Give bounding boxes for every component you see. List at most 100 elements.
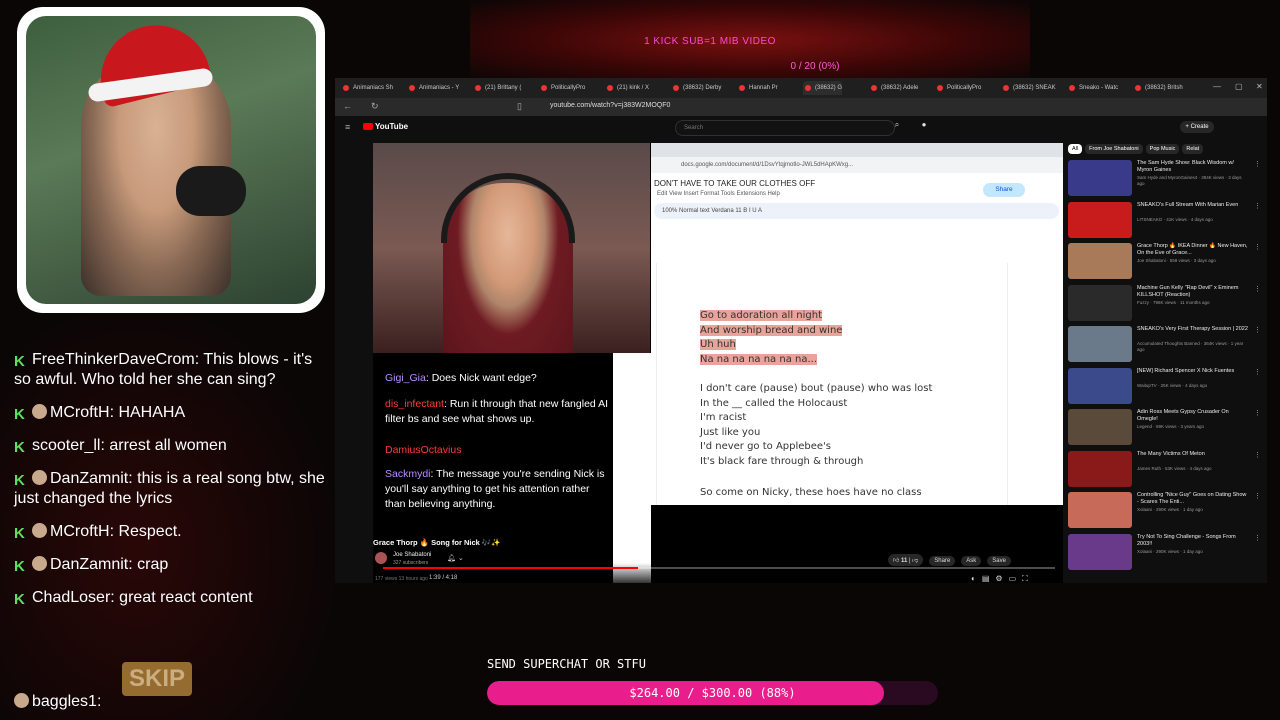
superchat-goal-text: $264.00 / $300.00 (88%)	[629, 686, 796, 700]
browser-tab[interactable]: (21) Brittany (	[473, 81, 521, 95]
recommended-video[interactable]: [NEW] Richard Spencer X Nick Fuentes Wait…	[1068, 367, 1263, 408]
autoplay-toggle-icon[interactable]: ◐	[971, 574, 982, 583]
recommended-title[interactable]: The Many Victims Of Meton	[1137, 451, 1249, 458]
skip-badge: SKIP	[122, 662, 192, 696]
lyric-line: Just like you	[700, 426, 761, 438]
minimize-icon[interactable]: —	[1213, 82, 1221, 91]
recommended-video[interactable]: Grace Thorp 🔥 IKEA Dinner 🔥 New Haven, O…	[1068, 243, 1263, 283]
more-options-icon[interactable]: ⋮	[1254, 202, 1261, 210]
subtitles-icon[interactable]: ▤	[982, 574, 996, 583]
recommended-video[interactable]: SNEAKO's Very First Therapy Session | 20…	[1068, 326, 1263, 366]
video-thumbnail[interactable]	[1068, 367, 1132, 404]
mic-icon[interactable]: ●	[915, 120, 933, 134]
bookmark-icon[interactable]: ▯	[517, 101, 522, 112]
chat-last-user: baggles1:	[14, 693, 101, 711]
superchat-label: SEND SUPERCHAT OR STFU	[487, 657, 646, 671]
video-thumbnail[interactable]	[1068, 326, 1132, 362]
recommended-video[interactable]: SNEAKO's Full Stream With Marian Even LIT…	[1068, 201, 1263, 242]
browser-tab[interactable]: Animaniacs Sh	[341, 81, 393, 95]
close-icon[interactable]: ✕	[1256, 82, 1263, 91]
back-icon[interactable]: ←	[343, 101, 352, 111]
more-options-icon[interactable]: ⋮	[1254, 326, 1261, 334]
channel-avatar[interactable]	[375, 552, 387, 564]
video-thumbnail[interactable]	[1068, 201, 1132, 238]
recommended-video[interactable]: The Sam Hyde Show: Black Wisdom w/ Myron…	[1068, 160, 1263, 200]
recommended-meta: Fuzzy · 796K views · 11 months ago	[1137, 299, 1210, 305]
recommended-title[interactable]: Machine Gun Kelly "Rap Devil" x Eminem K…	[1137, 285, 1249, 299]
doc-url: docs.google.com/document/d/1DsvYtqjmotlo…	[651, 157, 1063, 173]
filter-chip[interactable]: Relat	[1182, 144, 1204, 154]
more-options-icon[interactable]: ⋮	[1254, 534, 1261, 542]
avatar-icon	[32, 556, 47, 571]
browser-tab[interactable]: Animaniacs - Y	[407, 81, 459, 95]
recommended-meta: Legend · 69K views · 3 years ago	[1137, 424, 1205, 429]
browser-tab[interactable]: Sneako - Watc	[1067, 81, 1118, 95]
youtube-logo[interactable]: YouTube	[363, 122, 408, 131]
recommended-title[interactable]: The Sam Hyde Show: Black Wisdom w/ Myron…	[1137, 160, 1249, 174]
recommended-video[interactable]: Try Not To Sing Challenge - Songs From 2…	[1068, 533, 1263, 574]
recommended-title[interactable]: Try Not To Sing Challenge - Songs From 2…	[1137, 534, 1249, 548]
share-button[interactable]: Share	[929, 556, 956, 566]
browser-tab[interactable]: (21) kink / X	[605, 81, 649, 95]
recommended-title[interactable]: Adin Ross Meets Gypsy Crusader On Omegle…	[1137, 409, 1249, 423]
recommended-title[interactable]: Controlling "Nice Guy" Goes on Dating Sh…	[1137, 492, 1249, 506]
url-field[interactable]: youtube.com/watch?v=j383W2MOQF0	[550, 102, 670, 109]
more-options-icon[interactable]: ⋮	[1254, 368, 1261, 376]
browser-tab[interactable]: (38632) G	[803, 81, 843, 95]
browser-tab[interactable]: (38632) Adele	[869, 81, 918, 95]
reload-icon[interactable]: ↻	[371, 101, 379, 112]
more-options-icon[interactable]: ⋮	[1254, 160, 1261, 168]
menu-icon[interactable]: ≡	[345, 122, 350, 132]
recommended-video[interactable]: Adin Ross Meets Gypsy Crusader On Omegle…	[1068, 409, 1263, 449]
save-button[interactable]: Save	[987, 556, 1011, 566]
settings-icon[interactable]: ⚙	[995, 574, 1008, 583]
player-controls[interactable]: ◐▤⚙▭⛶	[971, 574, 1034, 584]
avatar-icon	[32, 470, 47, 485]
recommended-video[interactable]: Machine Gun Kelly "Rap Devil" x Eminem K…	[1068, 284, 1263, 325]
recommended-title[interactable]: SNEAKO's Full Stream With Marian Even	[1137, 202, 1249, 209]
more-options-icon[interactable]: ⋮	[1254, 492, 1261, 500]
like-button[interactable]: 👍︎ 11 | 👎︎	[888, 554, 924, 566]
video-progress-bar[interactable]	[383, 567, 1055, 569]
recommended-video[interactable]: The Many Victims Of Meton James Ruth · 53…	[1068, 450, 1263, 491]
search-input[interactable]: Search	[675, 120, 895, 136]
browser-tab[interactable]: (38632) Derby	[671, 81, 721, 95]
filter-chip[interactable]: All	[1068, 144, 1083, 154]
browser-tab[interactable]: PoliticallyPro	[539, 81, 585, 95]
theater-icon[interactable]: ▭	[1009, 574, 1023, 583]
video-thumbnail[interactable]	[1068, 492, 1132, 528]
maximize-icon[interactable]: ▢	[1235, 82, 1243, 91]
lyric-line: I'm racist	[700, 412, 747, 423]
recommended-title[interactable]: SNEAKO's Very First Therapy Session | 20…	[1137, 326, 1249, 333]
video-player[interactable]: Gigi_Gia: Does Nick want edge? dis_infect…	[373, 143, 1063, 583]
more-options-icon[interactable]: ⋮	[1254, 409, 1261, 417]
create-button[interactable]: + Create	[1180, 121, 1214, 133]
video-thumbnail[interactable]	[1068, 533, 1132, 570]
browser-tab[interactable]: PoliticallyPro	[935, 81, 981, 95]
recommended-title[interactable]: Grace Thorp 🔥 IKEA Dinner 🔥 New Haven, O…	[1137, 243, 1249, 257]
ask-button[interactable]: Ask	[961, 556, 982, 566]
headset	[441, 173, 575, 243]
video-thumbnail[interactable]	[1068, 409, 1132, 445]
more-options-icon[interactable]: ⋮	[1254, 243, 1261, 251]
video-thumbnail[interactable]	[1068, 160, 1132, 196]
browser-tab[interactable]: (38632) Britsh	[1133, 81, 1183, 95]
video-thumbnail[interactable]	[1068, 450, 1132, 487]
filter-chip[interactable]: From Joe Shabatoni	[1085, 144, 1143, 154]
chat-text: Respect.	[118, 523, 182, 540]
chat-username: MCroftH	[50, 404, 110, 421]
more-options-icon[interactable]: ⋮	[1254, 451, 1261, 459]
search-icon[interactable]: ⌕	[888, 120, 906, 134]
filter-chip[interactable]: Pop Music	[1145, 144, 1180, 154]
video-thumbnail[interactable]	[1068, 243, 1132, 279]
channel-name[interactable]: Joe Shabatoni	[393, 552, 431, 558]
browser-tab[interactable]: (38632) SNEAK	[1001, 81, 1056, 95]
more-options-icon[interactable]: ⋮	[1254, 285, 1261, 293]
video-thumbnail[interactable]	[1068, 284, 1132, 321]
fullscreen-icon[interactable]: ⛶	[1022, 574, 1034, 583]
recommended-title[interactable]: [NEW] Richard Spencer X Nick Fuentes	[1137, 368, 1249, 375]
recommended-video[interactable]: Controlling "Nice Guy" Goes on Dating Sh…	[1068, 492, 1263, 532]
google-doc-window: docs.google.com/document/d/1DsvYtqjmotlo…	[651, 143, 1063, 505]
bell-icon[interactable]: 🔔︎ ⌄	[447, 554, 464, 562]
browser-tab[interactable]: Hannah Pr	[737, 81, 778, 95]
